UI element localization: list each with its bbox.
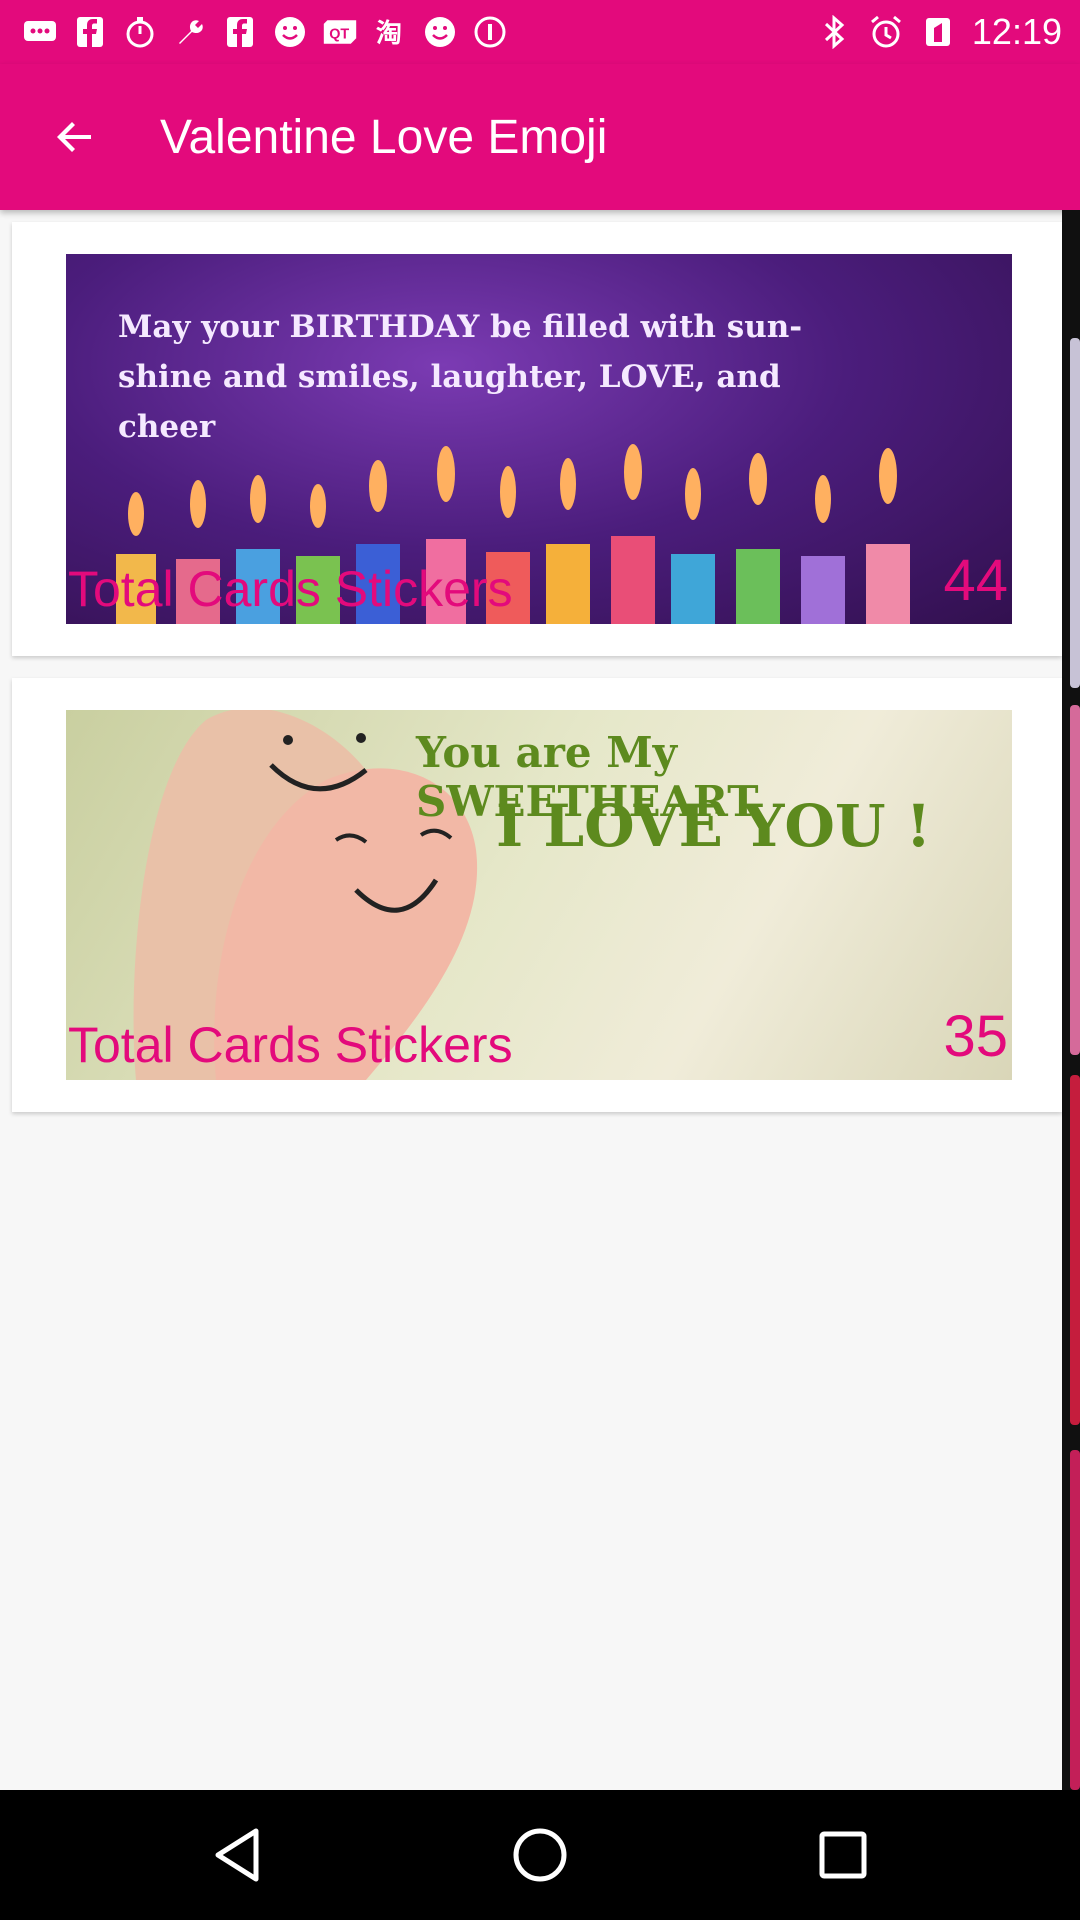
signal-icon	[920, 14, 956, 50]
category-card[interactable]: May your BIRTHDAY be filled with sun- sh…	[12, 222, 1062, 656]
card-image[interactable]: May your BIRTHDAY be filled with sun- sh…	[66, 254, 1012, 624]
hashtag-icon: 淘	[372, 14, 408, 50]
smiley-icon	[422, 14, 458, 50]
side-thumb[interactable]	[1070, 1450, 1080, 1790]
timer-icon	[122, 14, 158, 50]
back-arrow-icon	[57, 122, 91, 152]
nav-recents-button[interactable]	[808, 1820, 878, 1890]
triangle-back-icon	[215, 1828, 259, 1882]
bluetooth-icon	[816, 14, 852, 50]
facebook-icon	[222, 14, 258, 50]
app-bar: Valentine Love Emoji	[0, 64, 1080, 210]
info-icon	[472, 14, 508, 50]
chat-icon	[22, 14, 58, 50]
page-title: Valentine Love Emoji	[160, 111, 608, 164]
circle-home-icon	[513, 1828, 567, 1882]
card-label: Total Cards Stickers	[68, 561, 513, 617]
side-thumb[interactable]	[1070, 338, 1080, 688]
card-count: 44	[943, 548, 1008, 613]
nav-back-button[interactable]	[202, 1820, 272, 1890]
facebook-icon	[72, 14, 108, 50]
card-count: 35	[943, 1004, 1008, 1069]
svg-text:QT: QT	[329, 26, 349, 42]
notification-icons: QT 淘	[22, 14, 508, 50]
square-recents-icon	[819, 1831, 867, 1879]
qt-icon: QT	[322, 14, 358, 50]
back-button[interactable]	[42, 104, 108, 170]
system-status: 12:19	[816, 0, 1062, 64]
card-image-caption-line2: I LOVE YOU !	[496, 792, 932, 860]
wrench-icon	[172, 14, 208, 50]
side-panel-edge[interactable]	[1062, 210, 1080, 1790]
alarm-icon	[868, 14, 904, 50]
status-bar: QT 淘 12:19	[0, 0, 1080, 64]
card-image[interactable]: You are My SWEETHEART I LOVE YOU ! Total…	[66, 710, 1012, 1080]
category-card[interactable]: You are My SWEETHEART I LOVE YOU ! Total…	[12, 678, 1062, 1112]
smiley-icon	[272, 14, 308, 50]
clock: 12:19	[971, 11, 1062, 52]
system-nav-bar	[0, 1790, 1080, 1920]
svg-text:淘: 淘	[376, 19, 402, 49]
nav-home-button[interactable]	[505, 1820, 575, 1890]
card-image-caption: May your BIRTHDAY be filled with sun- sh…	[118, 309, 803, 445]
side-thumb[interactable]	[1070, 705, 1080, 1055]
side-thumb[interactable]	[1070, 1075, 1080, 1425]
card-label: Total Cards Stickers	[68, 1017, 513, 1073]
